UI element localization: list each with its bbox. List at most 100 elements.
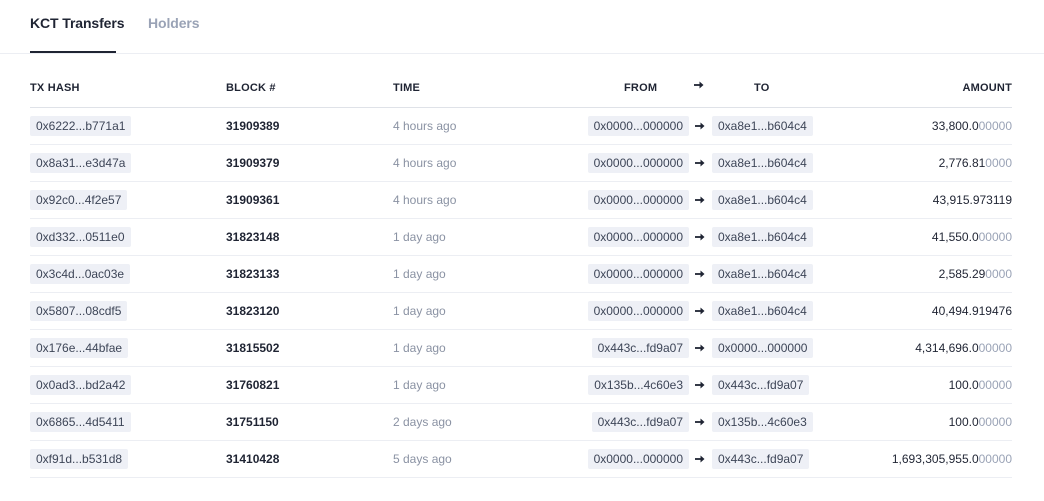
table-header: TX HASH BLOCK # TIME FROM TO AMOUNT [30, 78, 1012, 108]
block-number-link[interactable]: 31760821 [226, 367, 279, 403]
to-address-link[interactable]: 0xa8e1...b604c4 [712, 116, 813, 136]
time-ago: 2 days ago [393, 415, 452, 429]
from-address-link[interactable]: 0x0000...000000 [587, 301, 689, 321]
to-address-link[interactable]: 0x135b...4c60e3 [712, 412, 813, 432]
table-row: 0x6865...4d5411 31751150 2 days ago 0x443c.… [30, 404, 1012, 441]
tx-hash-link[interactable]: 0x176e...44bfae [30, 338, 129, 358]
amount: 2,585.29 0000 [939, 256, 1012, 292]
tx-hash-link[interactable]: 0xd332...0511e0 [30, 227, 131, 247]
to-cell: 0x443c...fd9a07 [712, 367, 810, 403]
block-number-link[interactable]: 31909361 [226, 182, 279, 218]
header-tx-hash: TX HASH [30, 82, 80, 94]
amount-main: 33,800.0 [931, 119, 979, 133]
tx-hash-cell: 0x3c4d...0ac03e [30, 256, 131, 292]
tx-hash-cell: 0xd332...0511e0 [30, 219, 131, 255]
tx-hash-link[interactable]: 0x3c4d...0ac03e [30, 264, 131, 284]
amount: 1,693,305,955.0 00000 [892, 441, 1012, 477]
tx-hash-link[interactable]: 0x92c0...4f2e57 [30, 190, 128, 210]
arrow-right-icon [694, 293, 706, 329]
table-row: 0xf91d...b531d8 31410428 5 days ago 0x0000.… [30, 441, 1012, 478]
tab-kct-transfers[interactable]: KCT Transfers [30, 15, 125, 31]
from-address-link[interactable]: 0x0000...000000 [587, 116, 689, 136]
amount-main: 2,585.29 [938, 267, 986, 281]
amount: 100.0 00000 [949, 404, 1012, 440]
header-time: TIME [393, 82, 421, 94]
block-number-link[interactable]: 31909379 [226, 145, 279, 181]
table-row: 0x92c0...4f2e57 31909361 4 hours ago 0x0000… [30, 182, 1012, 219]
to-address-link[interactable]: 0x0000...000000 [712, 338, 814, 358]
to-address-link[interactable]: 0xa8e1...b604c4 [712, 264, 813, 284]
to-address-link[interactable]: 0x443c...fd9a07 [712, 375, 810, 395]
arrow-right-icon [694, 404, 706, 440]
block-number-link[interactable]: 31815502 [226, 330, 279, 366]
amount-main: 4,314,696.0 [915, 341, 979, 355]
block-number-link[interactable]: 31410428 [226, 441, 279, 477]
to-cell: 0xa8e1...b604c4 [712, 145, 813, 181]
arrow-right-icon [694, 256, 706, 292]
to-address-link[interactable]: 0xa8e1...b604c4 [712, 301, 813, 321]
tx-hash-link[interactable]: 0xf91d...b531d8 [30, 449, 129, 469]
active-tab-indicator [30, 51, 116, 53]
tx-hash-cell: 0x6222...b771a1 [30, 108, 132, 144]
to-cell: 0xa8e1...b604c4 [712, 256, 813, 292]
from-address-link[interactable]: 0x0000...000000 [587, 190, 689, 210]
amount-trailing-zeros: 00000 [978, 119, 1012, 133]
from-address-link[interactable]: 0x443c...fd9a07 [591, 412, 689, 432]
time-ago: 1 day ago [393, 267, 446, 281]
to-address-link[interactable]: 0xa8e1...b604c4 [712, 227, 813, 247]
amount-main: 40,494.919476 [931, 304, 1012, 318]
to-address-link[interactable]: 0x443c...fd9a07 [712, 449, 810, 469]
tx-hash-link[interactable]: 0x8a31...e3d47a [30, 153, 132, 173]
from-address-link[interactable]: 0x0000...000000 [587, 264, 689, 284]
block-number-link[interactable]: 31823148 [226, 219, 279, 255]
tx-hash-cell: 0x92c0...4f2e57 [30, 182, 128, 218]
from-address-link[interactable]: 0x0000...000000 [587, 449, 689, 469]
table-row: 0x3c4d...0ac03e 31823133 1 day ago 0x0000..… [30, 256, 1012, 293]
block-number-link[interactable]: 31823133 [226, 256, 279, 292]
tx-hash-link[interactable]: 0x0ad3...bd2a42 [30, 375, 132, 395]
tab-holders[interactable]: Holders [148, 15, 200, 31]
to-address-link[interactable]: 0xa8e1...b604c4 [712, 153, 813, 173]
amount: 2,776.81 0000 [939, 145, 1012, 181]
from-address-link[interactable]: 0x0000...000000 [587, 227, 689, 247]
arrow-right-icon [694, 145, 706, 181]
tx-hash-link[interactable]: 0x6865...4d5411 [30, 412, 131, 432]
amount-main: 43,915.973119 [932, 193, 1012, 207]
block-number-link[interactable]: 31751150 [226, 404, 279, 440]
from-cell: 0x443c...fd9a07 [590, 404, 689, 440]
table-row: 0x176e...44bfae 31815502 1 day ago 0x443c..… [30, 330, 1012, 367]
amount-trailing-zeros: 00000 [978, 230, 1012, 244]
table-row: 0xd332...0511e0 31823148 1 day ago 0x0000..… [30, 219, 1012, 256]
arrow-right-icon [694, 367, 706, 403]
table-row: 0x0ad3...bd2a42 31760821 1 day ago 0x135b..… [30, 367, 1012, 404]
tx-hash-cell: 0x5807...08cdf5 [30, 293, 128, 329]
from-address-link[interactable]: 0x135b...4c60e3 [588, 375, 689, 395]
block-number-link[interactable]: 31909389 [226, 108, 279, 144]
arrow-right-icon [694, 219, 706, 255]
tx-hash-cell: 0x176e...44bfae [30, 330, 129, 366]
block-number-link[interactable]: 31823120 [226, 293, 279, 329]
from-cell: 0x0000...000000 [587, 145, 689, 181]
from-address-link[interactable]: 0x443c...fd9a07 [591, 338, 689, 358]
to-address-link[interactable]: 0xa8e1...b604c4 [712, 190, 813, 210]
amount: 41,550.0 00000 [932, 219, 1012, 255]
tx-hash-link[interactable]: 0x6222...b771a1 [30, 116, 132, 136]
to-cell: 0xa8e1...b604c4 [712, 108, 813, 144]
from-cell: 0x0000...000000 [587, 441, 689, 477]
amount: 43,915.973119 [933, 182, 1012, 218]
arrow-right-icon [694, 108, 706, 144]
to-cell: 0xa8e1...b604c4 [712, 293, 813, 329]
amount-trailing-zeros: 0000 [985, 267, 1012, 281]
amount: 100.0 00000 [949, 367, 1012, 403]
from-address-link[interactable]: 0x0000...000000 [587, 153, 689, 173]
arrow-right-icon [694, 330, 706, 366]
table-row: 0x5807...08cdf5 31823120 1 day ago 0x0000..… [30, 293, 1012, 330]
to-cell: 0x135b...4c60e3 [712, 404, 813, 440]
tx-hash-link[interactable]: 0x5807...08cdf5 [30, 301, 128, 321]
table-row: 0x8a31...e3d47a 31909379 4 hours ago 0x0000… [30, 145, 1012, 182]
from-cell: 0x0000...000000 [587, 293, 689, 329]
tx-hash-cell: 0x6865...4d5411 [30, 404, 131, 440]
amount-main: 100.0 [948, 378, 979, 392]
transfers-table-body: 0x6222...b771a1 31909389 4 hours ago 0x0000… [30, 108, 1012, 478]
tab-bar: KCT Transfers Holders [0, 0, 1044, 54]
